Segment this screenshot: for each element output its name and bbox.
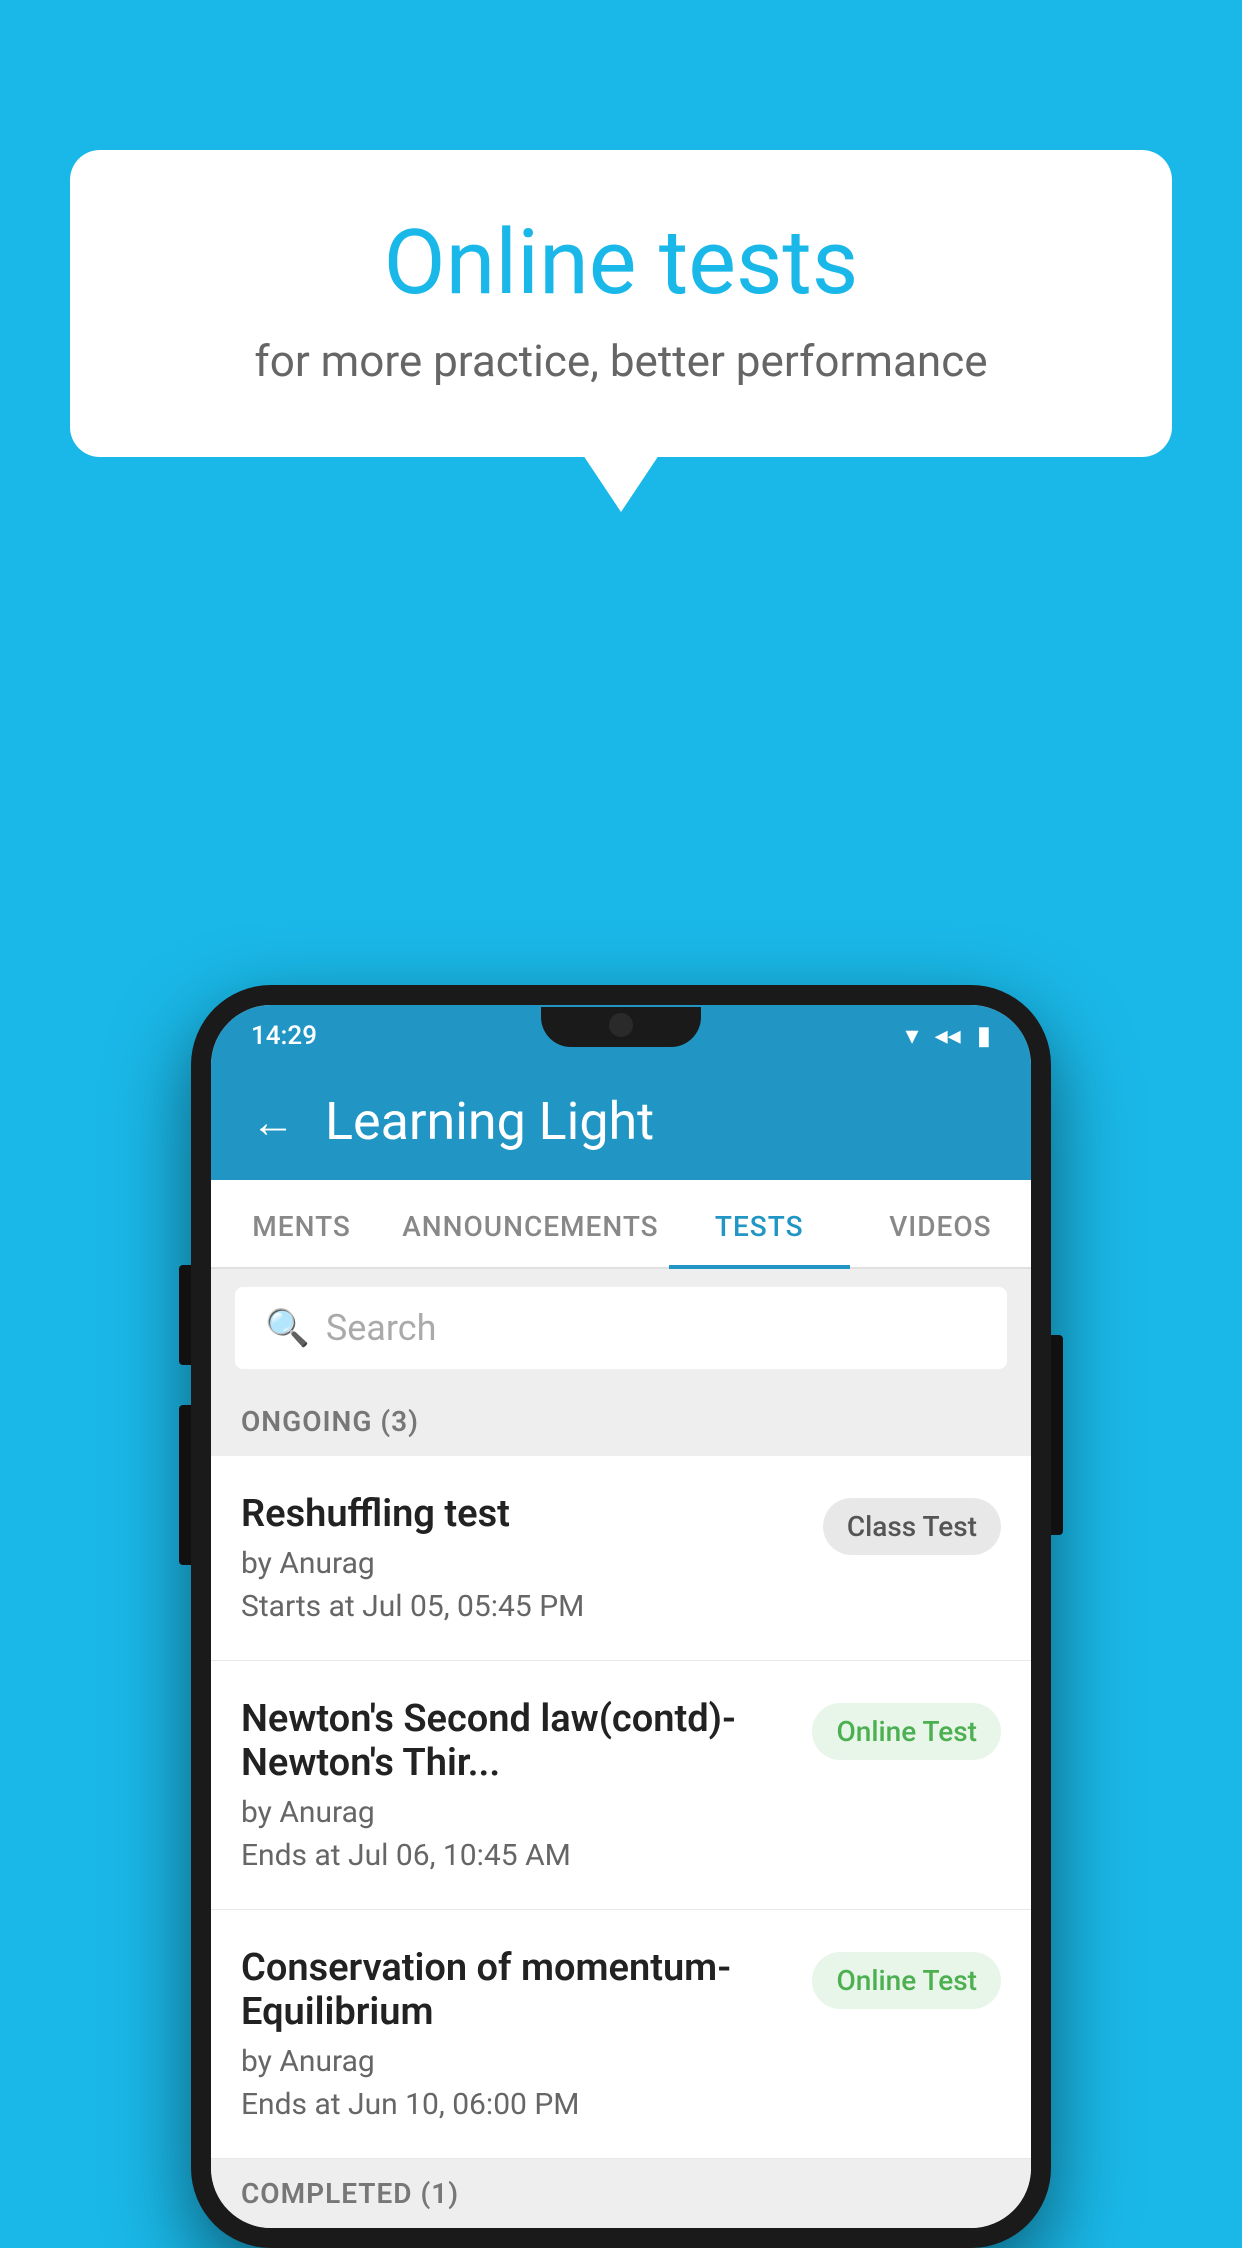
phone-side-button-left2 — [179, 1405, 191, 1565]
tab-videos[interactable]: VIDEOS — [850, 1180, 1031, 1267]
tab-bar: MENTS ANNOUNCEMENTS TESTS VIDEOS — [211, 1180, 1031, 1269]
test-item-conservation[interactable]: Conservation of momentum-Equilibrium by … — [211, 1910, 1031, 2159]
test-name-2: Newton's Second law(contd)-Newton's Thir… — [241, 1697, 792, 1785]
completed-title: COMPLETED (1) — [241, 2177, 459, 2210]
back-button[interactable]: ← — [251, 1096, 295, 1148]
test-content-2: Newton's Second law(contd)-Newton's Thir… — [241, 1697, 812, 1873]
wifi-icon: ▾ — [906, 1021, 919, 1051]
phone-side-button-left — [179, 1265, 191, 1365]
status-time: 14:29 — [251, 1021, 317, 1051]
ongoing-section-header: ONGOING (3) — [211, 1387, 1031, 1456]
tab-tests[interactable]: TESTS — [669, 1180, 850, 1267]
phone-mockup: 14:29 ▾ ◂◂ ▮ ← Learning Light MENTS ANNO… — [191, 985, 1051, 2248]
signal-icon: ◂◂ — [935, 1021, 961, 1051]
bubble-subtitle: for more practice, better performance — [150, 335, 1092, 387]
app-bar: ← Learning Light — [211, 1063, 1031, 1180]
phone-side-button-right — [1051, 1335, 1063, 1535]
phone-screen: 14:29 ▾ ◂◂ ▮ ← Learning Light MENTS ANNO… — [211, 1005, 1031, 2228]
test-author-1: by Anurag — [241, 1546, 803, 1581]
test-name-3: Conservation of momentum-Equilibrium — [241, 1946, 792, 2034]
search-container: 🔍 Search — [211, 1269, 1031, 1387]
tab-announcements[interactable]: ANNOUNCEMENTS — [392, 1180, 668, 1267]
bubble-title: Online tests — [150, 210, 1092, 315]
app-bar-title: Learning Light — [325, 1091, 654, 1152]
test-badge-2: Online Test — [812, 1703, 1001, 1760]
phone-camera — [609, 1013, 633, 1037]
test-badge-3: Online Test — [812, 1952, 1001, 2009]
search-icon: 🔍 — [265, 1307, 310, 1349]
test-author-3: by Anurag — [241, 2044, 792, 2079]
search-bar[interactable]: 🔍 Search — [235, 1287, 1007, 1369]
test-name-1: Reshuffling test — [241, 1492, 803, 1536]
test-date-2: Ends at Jul 06, 10:45 AM — [241, 1838, 792, 1873]
test-list: Reshuffling test by Anurag Starts at Jul… — [211, 1456, 1031, 2159]
test-item-newtons[interactable]: Newton's Second law(contd)-Newton's Thir… — [211, 1661, 1031, 1910]
ongoing-title: ONGOING (3) — [241, 1405, 419, 1438]
test-content-3: Conservation of momentum-Equilibrium by … — [241, 1946, 812, 2122]
test-content-1: Reshuffling test by Anurag Starts at Jul… — [241, 1492, 823, 1624]
tab-ments[interactable]: MENTS — [211, 1180, 392, 1267]
test-date-3: Ends at Jun 10, 06:00 PM — [241, 2087, 792, 2122]
speech-bubble: Online tests for more practice, better p… — [70, 150, 1172, 457]
test-author-2: by Anurag — [241, 1795, 792, 1830]
test-date-1: Starts at Jul 05, 05:45 PM — [241, 1589, 803, 1624]
battery-icon: ▮ — [977, 1021, 991, 1051]
search-input[interactable]: Search — [326, 1307, 437, 1349]
status-icons: ▾ ◂◂ ▮ — [906, 1021, 991, 1051]
test-badge-1: Class Test — [823, 1498, 1001, 1555]
completed-section-header: COMPLETED (1) — [211, 2159, 1031, 2228]
test-item-reshuffling[interactable]: Reshuffling test by Anurag Starts at Jul… — [211, 1456, 1031, 1661]
